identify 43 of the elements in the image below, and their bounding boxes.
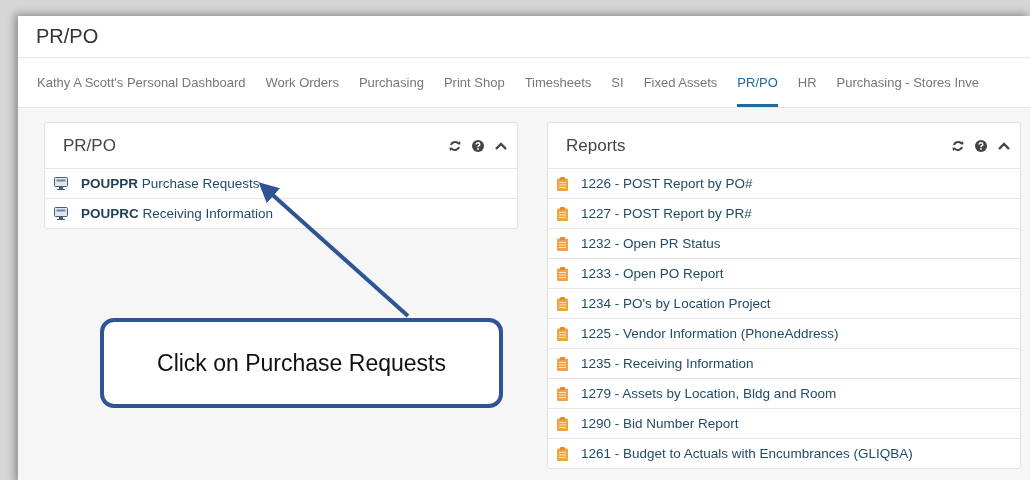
clipboard-icon xyxy=(557,356,568,371)
clipboard-icon xyxy=(557,266,568,281)
report-link[interactable]: 1233 - Open PO Report xyxy=(581,266,724,281)
tab[interactable]: Purchasing - Stores Inve xyxy=(836,58,979,107)
tab[interactable]: Purchasing xyxy=(358,58,424,107)
report-link[interactable]: 1235 - Receiving Information xyxy=(581,356,754,371)
report-link[interactable]: 1290 - Bid Number Report xyxy=(581,416,739,431)
clipboard-icon xyxy=(557,386,568,401)
monitor-icon xyxy=(54,177,68,190)
report-link[interactable]: 1227 - POST Report by PR# xyxy=(581,206,752,221)
clipboard-icon xyxy=(557,176,568,191)
help-icon xyxy=(472,139,484,152)
tab[interactable]: HR xyxy=(797,58,817,107)
panel-title: PR/PO xyxy=(63,135,116,156)
report-link[interactable]: 1279 - Assets by Location, Bldg and Room xyxy=(581,386,837,401)
program-link[interactable]: POUPPR Purchase Requests xyxy=(81,176,260,191)
report-link[interactable]: 1261 - Budget to Actuals with Encumbrances (GLIQBA) xyxy=(581,446,913,461)
tab[interactable]: Kathy A Scott's Personal Dashboard xyxy=(37,58,246,107)
tab[interactable]: Work Orders xyxy=(265,58,339,107)
tab[interactable]: SI xyxy=(611,58,624,107)
chevron-up-icon xyxy=(998,141,1010,150)
report-link[interactable]: 1234 - PO's by Location Project xyxy=(581,296,771,311)
clipboard-icon xyxy=(557,446,568,461)
clipboard-icon xyxy=(557,416,568,431)
monitor-icon xyxy=(54,207,68,220)
tab[interactable]: Timesheets xyxy=(524,58,592,107)
panel-title: Reports xyxy=(566,135,626,156)
tab[interactable]: Print Shop xyxy=(443,58,505,107)
report-link[interactable]: 1225 - Vendor Information (PhoneAddress) xyxy=(581,326,839,341)
tab[interactable]: Fixed Assets xyxy=(643,58,718,107)
page-title: PR/PO xyxy=(36,25,99,48)
clipboard-icon xyxy=(557,326,568,341)
callout-text: Click on Purchase Requests xyxy=(100,318,503,408)
chevron-up-icon xyxy=(495,141,507,150)
refresh-icon xyxy=(952,139,964,152)
program-link[interactable]: POUPRC Receiving Information xyxy=(81,206,274,221)
help-icon xyxy=(975,139,987,152)
report-link[interactable]: 1232 - Open PR Status xyxy=(581,236,721,251)
clipboard-icon xyxy=(557,236,568,251)
clipboard-icon xyxy=(557,296,568,311)
clipboard-icon xyxy=(557,206,568,221)
report-link[interactable]: 1226 - POST Report by PO# xyxy=(581,176,753,191)
refresh-icon xyxy=(449,139,461,152)
